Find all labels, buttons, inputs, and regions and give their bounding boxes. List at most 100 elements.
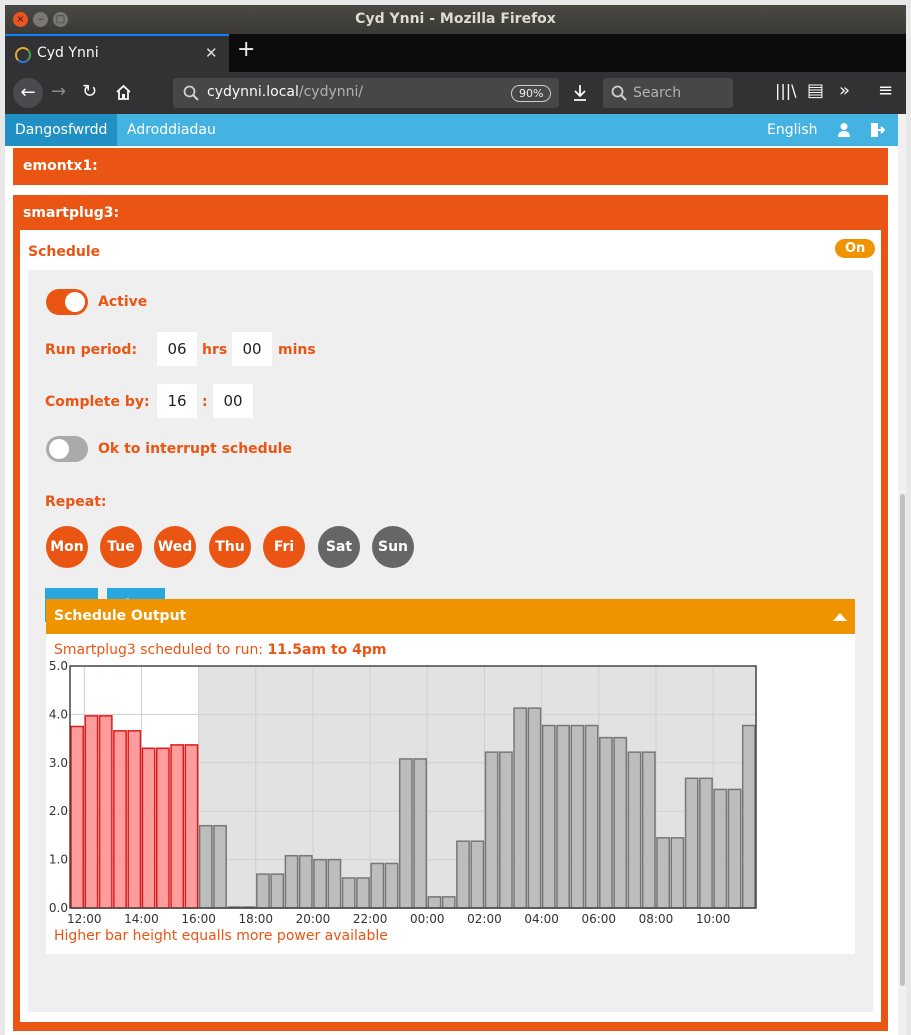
output-msg-time: 11.5am to 4pm (267, 642, 387, 658)
scheduled-bar (113, 730, 127, 909)
bar (470, 840, 485, 909)
x-tick-label: 22:00 (353, 912, 388, 925)
overflow-icon[interactable]: » (839, 80, 850, 101)
bar (484, 751, 499, 909)
bar (413, 758, 428, 909)
bar (727, 788, 742, 909)
search-placeholder: Search (633, 85, 682, 101)
output-msg-prefix: Smartplug3 scheduled to run: (54, 642, 268, 658)
time-colon: : (202, 394, 208, 410)
bar (198, 824, 213, 909)
run-minutes-input[interactable]: 00 (232, 332, 272, 366)
x-tick-label: 02:00 (467, 912, 502, 925)
x-tick-label: 08:00 (639, 912, 674, 925)
nav-toolbar: ← → ↻ cydynni.local/cydynni/ 90% Search … (5, 72, 906, 114)
scrollbar[interactable] (898, 114, 906, 1035)
bar (656, 837, 670, 909)
complete-minute-input[interactable]: 00 (213, 384, 253, 418)
home-icon[interactable] (115, 84, 132, 101)
day-wed[interactable]: Wed (154, 526, 196, 568)
bar (627, 751, 642, 909)
bar (384, 862, 399, 909)
bar (456, 840, 470, 909)
day-mon[interactable]: Mon (46, 526, 88, 568)
url-bar[interactable]: cydynni.local/cydynni/ 90% (173, 78, 559, 108)
device-name: smartplug3: (23, 205, 120, 221)
day-fri[interactable]: Fri (263, 526, 305, 568)
x-tick-label: 20:00 (296, 912, 331, 925)
bar (513, 707, 528, 909)
complete-hour-input[interactable]: 16 (157, 384, 197, 418)
day-tue[interactable]: Tue (100, 526, 142, 568)
language-selector[interactable]: English (757, 114, 828, 146)
user-icon[interactable] (837, 122, 851, 138)
forward-icon[interactable]: → (51, 81, 66, 102)
run-hours-input[interactable]: 06 (157, 332, 197, 366)
scheduled-bar (127, 730, 142, 909)
bar (670, 837, 685, 909)
day-sat[interactable]: Sat (318, 526, 360, 568)
download-icon[interactable] (572, 84, 588, 102)
url-host: cydynni.local (207, 84, 299, 100)
close-tab-icon[interactable]: ✕ (205, 44, 218, 62)
interrupt-toggle[interactable] (46, 436, 88, 462)
window-title: Cyd Ynni - Mozilla Firefox (355, 11, 556, 27)
library-icon[interactable]: |||\ (775, 81, 797, 100)
logout-icon[interactable] (869, 122, 885, 138)
y-tick-label: 0.0 (49, 901, 68, 915)
collapse-caret-icon[interactable] (833, 613, 847, 621)
new-tab-icon[interactable]: + (237, 37, 255, 62)
y-tick-label: 4.0 (49, 707, 68, 721)
mins-label: mins (278, 342, 316, 358)
url-path: /cydynni/ (298, 84, 364, 100)
bar (499, 751, 513, 909)
device-smartplug3: smartplug3: Schedule On Active Run perio… (13, 195, 888, 1031)
schedule-output-header[interactable]: Schedule Output (46, 599, 855, 634)
title-bar: × – □ Cyd Ynni - Mozilla Firefox (5, 5, 906, 34)
zoom-badge[interactable]: 90% (511, 85, 552, 102)
day-sun[interactable]: Sun (372, 526, 414, 568)
x-tick-label: 06:00 (581, 912, 616, 925)
y-tick-label: 3.0 (49, 756, 68, 770)
x-tick-label: 12:00 (67, 912, 102, 925)
complete-by-label: Complete by: (45, 394, 150, 410)
page-content: Dangosfwrdd Adroddiadau English emontx1:… (5, 114, 898, 1035)
bar (699, 777, 713, 909)
bar (613, 736, 628, 909)
run-period-label: Run period: (45, 342, 138, 358)
favicon-icon (15, 47, 31, 63)
y-tick-label: 2.0 (49, 804, 68, 818)
tab-bar: Cyd Ynni ✕ + (5, 34, 906, 72)
status-badge: On (835, 239, 876, 258)
reload-icon[interactable]: ↻ (82, 81, 97, 102)
device-emontx1[interactable]: emontx1: (13, 148, 888, 185)
scheduled-bar (141, 747, 156, 909)
browser-tab[interactable]: Cyd Ynni ✕ (5, 34, 229, 72)
bar (741, 724, 756, 909)
scrollbar-thumb[interactable] (900, 494, 905, 986)
scheduled-bar (98, 715, 113, 909)
bar (327, 858, 342, 909)
x-tick-label: 04:00 (524, 912, 559, 925)
nav-dashboard[interactable]: Dangosfwrdd (5, 114, 118, 146)
search-bar[interactable]: Search (603, 78, 733, 108)
back-button[interactable]: ← (13, 78, 43, 108)
reader-icon[interactable]: ▤ (807, 80, 824, 101)
bar (570, 724, 585, 909)
power-chart: 0.0 1.0 2.0 3.0 4.0 5.0 12:00 14:00 16:00 18:00 20… (49, 660, 757, 925)
x-tick-label: 00:00 (410, 912, 445, 925)
scheduled-bar (170, 744, 185, 909)
active-toggle[interactable] (46, 289, 88, 315)
scheduled-bar (184, 744, 199, 909)
bar (599, 736, 613, 909)
interrupt-label: Ok to interrupt schedule (98, 441, 292, 457)
nav-reports[interactable]: Adroddiadau (117, 114, 226, 146)
y-tick-label: 1.0 (49, 853, 68, 867)
schedule-panel: Schedule On Active Run period: 06 hrs 00… (20, 230, 881, 1022)
search-icon (611, 85, 627, 101)
day-thu[interactable]: Thu (209, 526, 251, 568)
bar (298, 854, 313, 909)
menu-icon[interactable]: ≡ (878, 80, 893, 101)
bar (584, 724, 599, 909)
bar (370, 862, 385, 909)
